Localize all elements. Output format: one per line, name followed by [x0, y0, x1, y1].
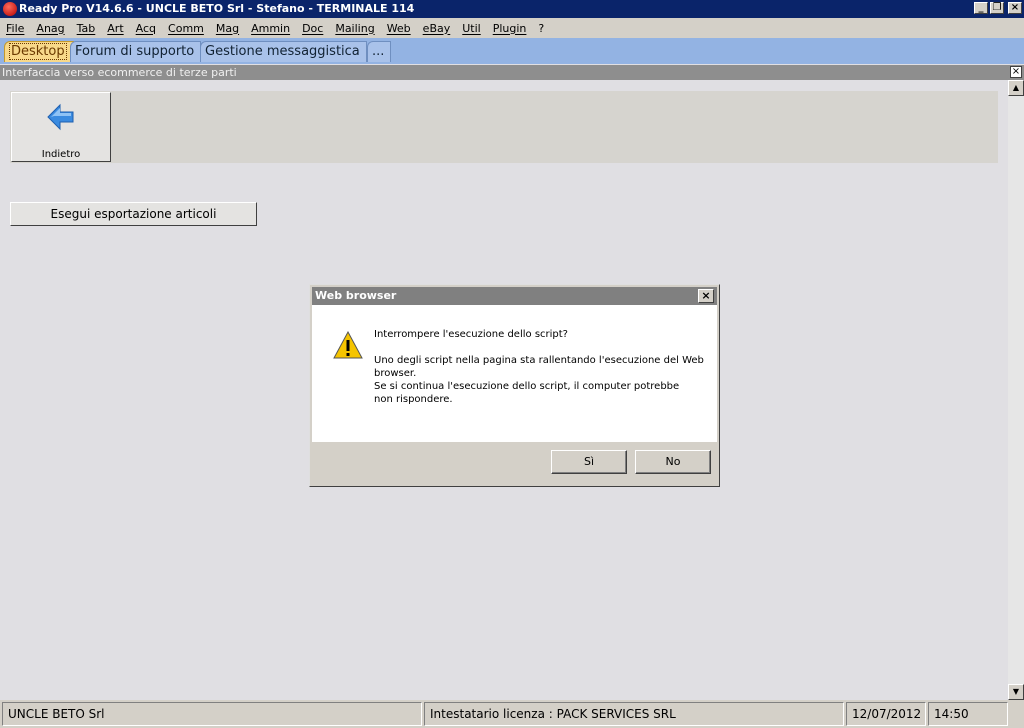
- status-license: Intestatario licenza : PACK SERVICES SRL: [424, 702, 844, 726]
- dialog-message-line: Uno degli script nella pagina sta rallen…: [374, 355, 704, 366]
- status-bar: UNCLE BETO Srl Intestatario licenza : PA…: [0, 700, 1024, 728]
- menu-ammin[interactable]: Ammin: [245, 22, 296, 35]
- close-icon: ×: [1011, 66, 1021, 77]
- window-title: Ready Pro V14.6.6 - UNCLE BETO Srl - Ste…: [19, 2, 415, 15]
- menu-bar: File Anag Tab Art Acq Comm Mag Ammin Doc…: [0, 18, 1024, 38]
- close-icon: ×: [701, 289, 711, 302]
- tab-messaggistica[interactable]: Gestione messaggistica: [200, 41, 367, 62]
- dialog-question: Interrompere l'esecuzione dello script?: [374, 329, 568, 340]
- minimize-button[interactable]: _: [974, 2, 988, 14]
- back-button[interactable]: Indietro: [11, 92, 111, 162]
- minimize-icon: _: [978, 2, 984, 13]
- dialog-title: Web browser: [315, 289, 397, 302]
- menu-plugin[interactable]: Plugin: [487, 22, 533, 35]
- warning-icon: [333, 331, 363, 359]
- tab-label: Forum di supporto: [75, 44, 195, 59]
- menu-util[interactable]: Util: [456, 22, 486, 35]
- panel-title: Interfaccia verso ecommerce di terze par…: [2, 66, 237, 79]
- menu-doc[interactable]: Doc: [296, 22, 329, 35]
- title-bar: Ready Pro V14.6.6 - UNCLE BETO Srl - Ste…: [0, 0, 1024, 18]
- tab-forum[interactable]: Forum di supporto: [70, 41, 202, 62]
- window-controls: _ ❐ ×: [974, 2, 1022, 14]
- back-button-label: Indietro: [41, 149, 81, 160]
- app-icon: [3, 2, 17, 16]
- menu-comm[interactable]: Comm: [162, 22, 210, 35]
- arrow-up-icon: ▲: [1012, 83, 1020, 92]
- menu-art[interactable]: Art: [101, 22, 129, 35]
- dialog-close-button[interactable]: ×: [698, 289, 714, 303]
- status-company: UNCLE BETO Srl: [2, 702, 422, 726]
- arrow-down-icon: ▼: [1012, 687, 1020, 696]
- menu-ebay[interactable]: eBay: [417, 22, 457, 35]
- dialog-message-line: browser.: [374, 368, 417, 379]
- dialog-body: Interrompere l'esecuzione dello script? …: [312, 305, 717, 442]
- close-icon: ×: [1010, 2, 1020, 13]
- status-date: 12/07/2012: [846, 702, 926, 726]
- close-window-button[interactable]: ×: [1008, 2, 1022, 14]
- no-button[interactable]: No: [635, 450, 711, 474]
- toolbar: Indietro: [10, 91, 998, 163]
- dialog-message-line: non rispondere.: [374, 394, 453, 405]
- menu-web[interactable]: Web: [381, 22, 417, 35]
- tab-more[interactable]: ...: [367, 41, 392, 62]
- menu-mailing[interactable]: Mailing: [329, 22, 380, 35]
- tab-strip: Desktop Forum di supporto Gestione messa…: [0, 38, 1024, 64]
- tab-label: Gestione messaggistica: [205, 44, 360, 59]
- scroll-up-button[interactable]: ▲: [1008, 80, 1024, 96]
- script-warning-dialog: Web browser × Interrompere l'esecuzione …: [309, 284, 720, 487]
- menu-tab[interactable]: Tab: [71, 22, 102, 35]
- tab-label: Desktop: [9, 43, 67, 60]
- export-articles-button[interactable]: Esegui esportazione articoli: [10, 202, 257, 226]
- tab-label: ...: [372, 44, 385, 59]
- menu-file[interactable]: File: [0, 22, 30, 35]
- menu-mag[interactable]: Mag: [210, 22, 245, 35]
- tab-desktop[interactable]: Desktop: [4, 41, 74, 62]
- menu-help[interactable]: ?: [532, 22, 550, 35]
- panel-header: Interfaccia verso ecommerce di terze par…: [0, 65, 1024, 80]
- status-time: 14:50: [928, 702, 1008, 726]
- vertical-scrollbar[interactable]: ▲ ▼: [1008, 80, 1024, 700]
- panel-close-button[interactable]: ×: [1010, 66, 1022, 78]
- menu-anag[interactable]: Anag: [30, 22, 70, 35]
- yes-button[interactable]: Sì: [551, 450, 627, 474]
- dialog-title-bar: Web browser ×: [312, 287, 717, 305]
- menu-acq[interactable]: Acq: [130, 22, 162, 35]
- dialog-message-line: Se si continua l'esecuzione dello script…: [374, 381, 680, 392]
- restore-button[interactable]: ❐: [990, 2, 1004, 14]
- scroll-down-button[interactable]: ▼: [1008, 684, 1024, 700]
- back-arrow-icon: [47, 103, 74, 131]
- restore-icon: ❐: [992, 2, 1002, 13]
